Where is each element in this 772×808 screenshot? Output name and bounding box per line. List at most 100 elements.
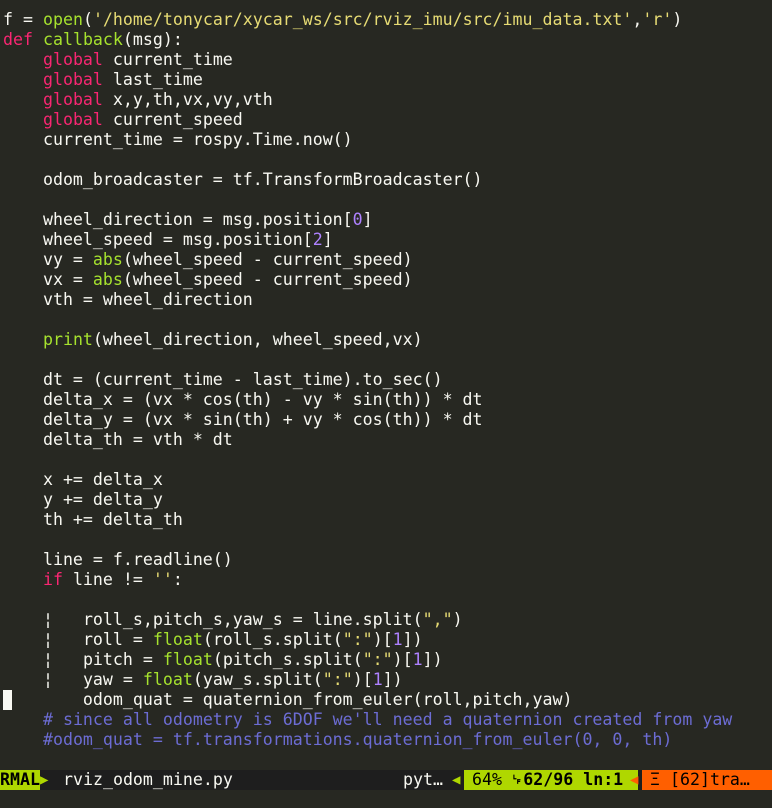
code-line[interactable]: global current_speed — [3, 110, 243, 130]
code-token: roll = — [52, 630, 153, 649]
code-token: global — [42, 110, 103, 129]
code-token: ] — [322, 230, 333, 249]
filename-label: rviz_odom_mine.py — [63, 770, 233, 789]
code-token: yaw = — [52, 670, 143, 689]
code-line[interactable]: def callback(msg): — [3, 30, 183, 50]
code-token: )[ — [352, 670, 373, 689]
code-line[interactable]: ¦ roll = float(roll_s.split(":")[1]) — [3, 630, 423, 650]
code-line[interactable]: vth = wheel_direction — [3, 290, 253, 310]
code-line[interactable]: wheel_speed = msg.position[2] — [3, 230, 333, 250]
code-token: vy = — [3, 250, 93, 269]
code-token: ":" — [322, 670, 353, 689]
code-token: x,y,th,vx,vy,vth — [102, 90, 273, 109]
code-editor[interactable]: f = open('/home/tonycar/xycar_ws/src/rvi… — [0, 0, 772, 760]
code-token: ]) — [422, 650, 443, 669]
code-token: line != — [62, 570, 153, 589]
code-token: '/home/tonycar/xycar_ws/src/rviz_imu/src… — [92, 10, 633, 29]
code-line[interactable]: delta_x = (vx * cos(th) - vy * sin(th)) … — [3, 390, 483, 410]
code-line[interactable]: delta_th = vth * dt — [3, 430, 233, 450]
text-cursor — [3, 690, 12, 710]
code-line[interactable]: line = f.readline() — [3, 550, 233, 570]
filetype-label: pyt… — [403, 770, 443, 789]
code-token: ) — [452, 610, 463, 629]
code-line[interactable]: odom_broadcaster = tf.TransformBroadcast… — [3, 170, 483, 190]
code-line[interactable]: #odom_quat = tf.transformations.quaterni… — [3, 730, 672, 750]
code-token: 1 — [372, 670, 383, 689]
code-token: abs — [92, 250, 123, 269]
code-token: current_speed — [102, 110, 243, 129]
code-line[interactable]: wheel_direction = msg.position[0] — [3, 210, 373, 230]
code-token: ":" — [362, 650, 393, 669]
code-token: 1 — [412, 650, 423, 669]
code-line[interactable]: global x,y,th,vx,vy,vth — [3, 90, 273, 110]
code-token: x += delta_x — [3, 470, 163, 489]
trailing-warning: Ξ [62]tra… — [642, 770, 772, 790]
code-token: current_time = rospy.Time.now() — [3, 130, 353, 149]
code-token: float — [162, 650, 213, 669]
command-line[interactable] — [0, 790, 772, 808]
percent-arrow-icon: ◀ — [452, 772, 461, 788]
code-token: (wheel_direction, wheel_speed,vx) — [92, 330, 423, 349]
code-line[interactable]: global current_time — [3, 50, 233, 70]
code-line[interactable]: dt = (current_time - last_time).to_sec() — [3, 370, 443, 390]
code-line[interactable]: y += delta_y — [3, 490, 163, 510]
code-token: global — [42, 50, 103, 69]
code-token: (msg): — [122, 30, 183, 49]
code-token: #odom_quat = tf.transformations.quaterni… — [42, 730, 673, 749]
code-token: delta_x = (vx * cos(th) - vy * sin(th)) … — [3, 390, 483, 409]
code-line[interactable]: f = open('/home/tonycar/xycar_ws/src/rvi… — [3, 10, 682, 30]
code-token: print — [42, 330, 93, 349]
code-line[interactable]: # since all odometry is 6DOF we'll need … — [3, 710, 732, 730]
code-line[interactable]: th += delta_th — [3, 510, 183, 530]
code-line[interactable]: vy = abs(wheel_speed - current_speed) — [3, 250, 413, 270]
code-token: delta_y = (vx * sin(th) + vy * cos(th)) … — [3, 410, 483, 429]
code-token: )[ — [372, 630, 393, 649]
code-token: odom_quat = quaternion_from_euler(roll,p… — [3, 690, 573, 709]
code-token: (yaw_s.split( — [192, 670, 323, 689]
code-token: th += delta_th — [3, 510, 183, 529]
code-token: )[ — [392, 650, 413, 669]
code-line[interactable]: ¦ roll_s,pitch_s,yaw_s = line.split(",") — [3, 610, 463, 630]
cursor-position: ␊62/96 ln:1 — [510, 770, 638, 790]
code-token: odom_broadcaster = tf.TransformBroadcast… — [3, 170, 483, 189]
code-line[interactable]: vx = abs(wheel_speed - current_speed) — [3, 270, 413, 290]
code-token: global — [42, 90, 103, 109]
warning-arrow-icon: ◀ — [630, 772, 639, 788]
code-token: , — [632, 10, 643, 29]
code-token: def — [3, 30, 33, 49]
code-token: 0 — [352, 210, 363, 229]
code-token: line = f.readline() — [3, 550, 233, 569]
code-line[interactable]: x += delta_x — [3, 470, 163, 490]
code-token: ) — [672, 10, 683, 29]
mode-arrow-icon: ▶ — [40, 772, 49, 788]
code-token: abs — [92, 270, 123, 289]
code-line[interactable]: odom_quat = quaternion_from_euler(roll,p… — [3, 690, 573, 710]
code-token: (wheel_speed - current_speed) — [122, 250, 413, 269]
code-token: if — [42, 570, 63, 589]
code-token: ]) — [382, 670, 403, 689]
code-line[interactable]: current_time = rospy.Time.now() — [3, 130, 353, 150]
code-line[interactable]: ¦ pitch = float(pitch_s.split(":")[1]) — [3, 650, 443, 670]
code-line[interactable]: global last_time — [3, 70, 203, 90]
status-bar: RMAL ▶ rviz_odom_mine.py pyt… ◀ 64% ␊62/… — [0, 770, 772, 790]
code-token: : — [172, 570, 183, 589]
code-token: vx = — [3, 270, 93, 289]
code-line[interactable]: print(wheel_direction, wheel_speed,vx) — [3, 330, 423, 350]
code-line[interactable]: ¦ yaw = float(yaw_s.split(":")[1]) — [3, 670, 403, 690]
indent-guide-icon: ¦ — [42, 630, 53, 649]
code-token: "," — [422, 610, 453, 629]
code-token: callback — [42, 30, 123, 49]
code-line[interactable]: delta_y = (vx * sin(th) + vy * cos(th)) … — [3, 410, 483, 430]
code-token: current_time — [102, 50, 233, 69]
code-line[interactable]: if line != '': — [3, 570, 183, 590]
indent-guide-icon: ¦ — [42, 650, 53, 669]
